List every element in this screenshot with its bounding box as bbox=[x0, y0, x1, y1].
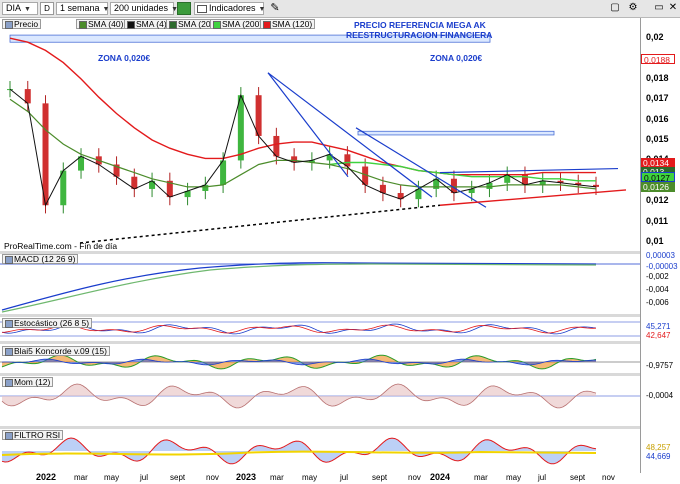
macd-panel[interactable] bbox=[0, 254, 640, 314]
price-axis-label: 0,011 bbox=[646, 215, 669, 226]
time-axis-label: nov bbox=[602, 473, 615, 482]
window-icon[interactable]: ▭ bbox=[652, 2, 666, 15]
stoch-tag-1: 42,647 bbox=[646, 331, 671, 340]
price-axis-label: 0,016 bbox=[646, 113, 669, 124]
indicator-icon bbox=[197, 5, 207, 13]
screenshot-icon[interactable]: ▢ bbox=[608, 2, 622, 15]
time-axis-label: mar bbox=[74, 473, 88, 482]
time-axis-label: may bbox=[506, 473, 522, 482]
macd-axis-label: -0,002 bbox=[646, 272, 669, 281]
stochastic-label[interactable]: Estocástico (26 8 5) bbox=[2, 318, 93, 328]
time-axis-label: jul bbox=[140, 473, 149, 482]
time-axis-label: mar bbox=[270, 473, 284, 482]
period-label: 1 semana bbox=[60, 3, 100, 13]
koncorde-label-text: Blai5 Koncorde v.09 (15) bbox=[14, 346, 107, 356]
price-axis-label: 0,017 bbox=[646, 93, 669, 104]
candle-body bbox=[255, 95, 262, 136]
legend-swatch bbox=[5, 320, 13, 328]
stochastic-label-text: Estocástico (26 8 5) bbox=[14, 318, 90, 328]
chart-type-icon[interactable] bbox=[177, 2, 191, 15]
macd-label-text: MACD (12 26 9) bbox=[14, 254, 76, 264]
legend-swatch bbox=[5, 348, 13, 356]
candle-body bbox=[42, 103, 49, 206]
koncorde-tag: -0,9757 bbox=[646, 361, 674, 370]
macd-signal-line bbox=[1, 263, 597, 313]
rsi-tag-1: 44,669 bbox=[646, 452, 671, 461]
time-axis-label: mar bbox=[474, 473, 488, 482]
time-axis-label: jul bbox=[340, 473, 349, 482]
support-dotted-line bbox=[79, 204, 441, 244]
time-axis-label: sept bbox=[372, 473, 388, 482]
tag-price: 0,0127 bbox=[641, 172, 675, 183]
macd-line bbox=[1, 262, 597, 311]
support-line bbox=[439, 189, 627, 206]
time-axis-label: sept bbox=[570, 473, 586, 482]
symbol-label: DIA bbox=[6, 3, 22, 13]
momentum-label[interactable]: Mom (12) bbox=[2, 377, 54, 387]
macd-axis-label: -0,004 bbox=[646, 285, 669, 294]
toolbar: DIA ▼ D 1 semana ▼ 200 unidades ▼ Indicador… bbox=[0, 0, 680, 18]
macd-axis-label: -0,006 bbox=[646, 298, 669, 307]
legend-swatch bbox=[5, 379, 13, 387]
macd-label[interactable]: MACD (12 26 9) bbox=[2, 254, 79, 264]
time-axis-label: jul bbox=[538, 473, 547, 482]
zone-box-secondary bbox=[357, 130, 555, 136]
momentum-label-text: Mom (12) bbox=[14, 377, 51, 387]
symbol-selector[interactable]: DIA ▼ bbox=[2, 2, 38, 15]
legend-swatch bbox=[5, 432, 13, 440]
indicators-button[interactable]: Indicadores ▼ bbox=[194, 2, 266, 15]
momentum-tag: -0,0004 bbox=[646, 391, 674, 400]
price-axis-label: 0,018 bbox=[646, 72, 669, 83]
macd-tag-0: 0,00003 bbox=[646, 251, 675, 260]
stochastic-panel[interactable] bbox=[0, 317, 640, 341]
zone-label-left: ZONA 0,020€ bbox=[98, 53, 151, 63]
macd-tag-1: -0,00003 bbox=[646, 262, 678, 271]
attribution: ProRealTime.com - Fin de día bbox=[4, 241, 118, 251]
units-label: 200 unidades bbox=[114, 3, 169, 13]
timeframe-icon[interactable]: D bbox=[40, 2, 54, 15]
units-selector[interactable]: 200 unidades ▼ bbox=[110, 2, 178, 15]
time-axis-label: sept bbox=[170, 473, 186, 482]
price-axis-label: 0,01 bbox=[646, 235, 664, 246]
rsi-tag-0: 48,257 bbox=[646, 443, 671, 452]
zone-label-right: ZONA 0,020€ bbox=[430, 53, 483, 63]
annotation-headline-2: REESTRUCTURACION FINANCIERA bbox=[346, 30, 493, 40]
time-axis-label: may bbox=[302, 473, 318, 482]
rsi-panel[interactable] bbox=[0, 429, 640, 471]
time-axis-label: 2024 bbox=[430, 472, 451, 482]
chevron-down-icon: ▼ bbox=[102, 6, 110, 13]
annotation-headline-1: PRECIO REFERENCIA MEGA AK bbox=[354, 20, 486, 30]
price-axis-label: 0,02 bbox=[646, 32, 664, 43]
koncorde-label[interactable]: Blai5 Koncorde v.09 (15) bbox=[2, 346, 110, 356]
time-axis-label: nov bbox=[408, 473, 421, 482]
price-axis-label: 0,012 bbox=[646, 195, 669, 206]
momentum-panel[interactable] bbox=[0, 376, 640, 426]
candle-body bbox=[237, 95, 244, 161]
period-selector[interactable]: 1 semana ▼ bbox=[56, 2, 110, 15]
sma4-line bbox=[9, 88, 597, 207]
time-axis-label: 2022 bbox=[36, 472, 57, 482]
price-axis-label: 0,015 bbox=[646, 134, 669, 145]
indicators-label: Indicadores bbox=[209, 3, 256, 13]
time-axis-label: may bbox=[104, 473, 120, 482]
chevron-down-icon: ▼ bbox=[258, 6, 266, 13]
time-axis-label: 2023 bbox=[236, 472, 257, 482]
settings-icon[interactable]: ⚙ bbox=[626, 2, 640, 15]
price-chart[interactable] bbox=[0, 18, 640, 252]
tag-sma40: 0,0126 bbox=[641, 182, 675, 192]
draw-tools-icon[interactable]: ✎ bbox=[268, 2, 282, 15]
chevron-down-icon: ▼ bbox=[24, 6, 31, 13]
axis-divider bbox=[640, 18, 641, 473]
stoch-tag-0: 45,271 bbox=[646, 322, 671, 331]
close-icon[interactable]: ✕ bbox=[666, 2, 680, 15]
legend-swatch bbox=[5, 256, 13, 264]
rsi-label-text: FILTRO RSI bbox=[14, 430, 61, 440]
time-axis-label: nov bbox=[206, 473, 219, 482]
rsi-label[interactable]: FILTRO RSI bbox=[2, 430, 64, 440]
tag-sma120: 0,0188 bbox=[641, 54, 675, 65]
